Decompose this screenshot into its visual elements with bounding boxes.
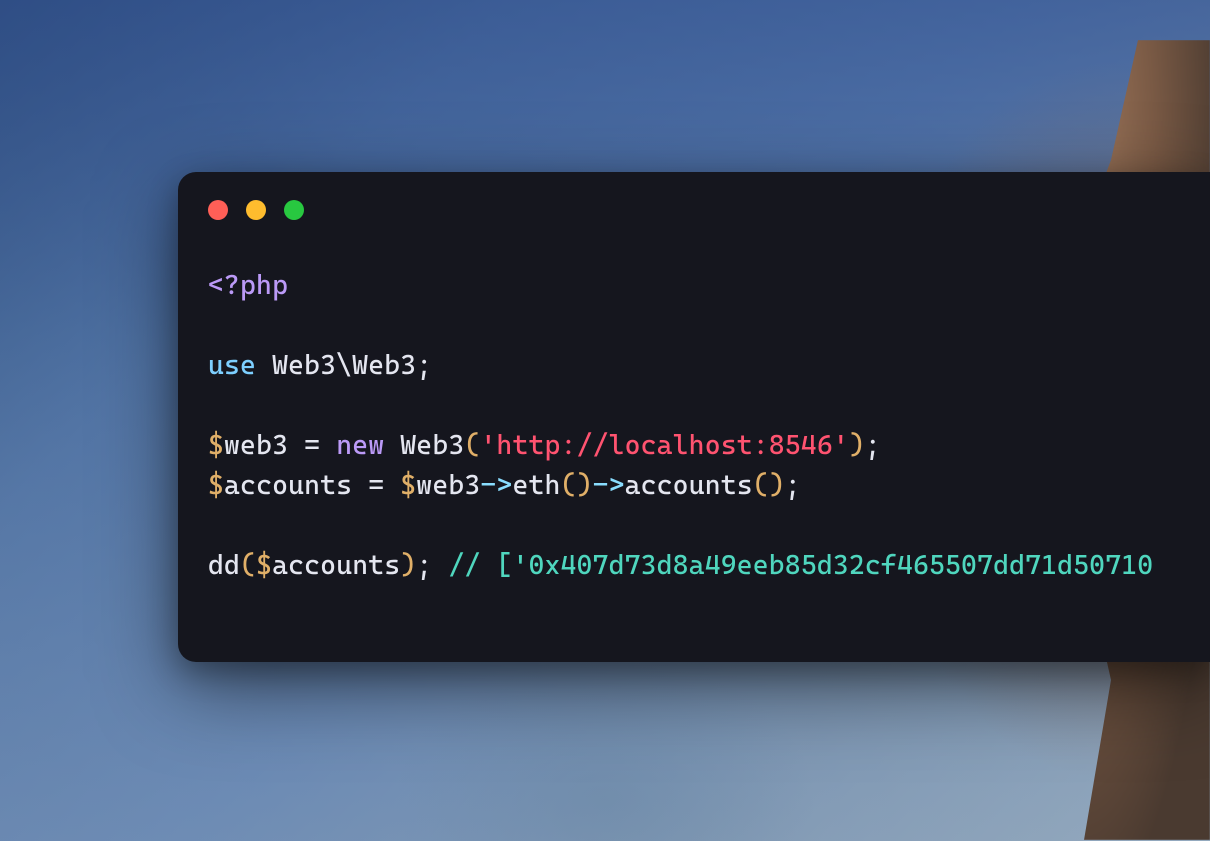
var-sigil: $ xyxy=(256,550,272,581)
assign-op: = xyxy=(352,470,400,501)
var-sigil: $ xyxy=(208,430,224,461)
var-web3-ref: web3 xyxy=(416,470,480,501)
paren-close: ) xyxy=(769,470,785,501)
var-sigil: $ xyxy=(208,470,224,501)
paren-open: ( xyxy=(753,470,769,501)
arrow-op: -> xyxy=(480,470,512,501)
string-literal-url: 'http://localhost:8546' xyxy=(480,430,848,461)
php-open-tag: <?php xyxy=(208,270,288,301)
new-keyword: new xyxy=(336,430,384,461)
minimize-button[interactable] xyxy=(246,200,266,220)
arrow-op: -> xyxy=(593,470,625,501)
window-controls xyxy=(208,200,1180,220)
code-editor-window: <?php use Web3\Web3; $web3 = new Web3('h… xyxy=(178,172,1210,662)
func-dd: dd xyxy=(208,550,240,581)
semicolon: ; xyxy=(416,550,432,581)
var-sigil: $ xyxy=(400,470,416,501)
paren-close: ) xyxy=(577,470,593,501)
code-content[interactable]: <?php use Web3\Web3; $web3 = new Web3('h… xyxy=(208,266,1180,586)
namespace-path: Web3\Web3; xyxy=(256,350,432,381)
method-eth: eth xyxy=(512,470,560,501)
semicolon: ; xyxy=(865,430,881,461)
use-keyword: use xyxy=(208,350,256,381)
var-accounts-ref: accounts xyxy=(272,550,400,581)
class-name: Web3 xyxy=(400,430,464,461)
var-accounts: accounts xyxy=(224,470,352,501)
var-web3: web3 xyxy=(224,430,288,461)
assign-op: = xyxy=(288,430,336,461)
zoom-button[interactable] xyxy=(284,200,304,220)
paren-close: ) xyxy=(849,430,865,461)
paren-open: ( xyxy=(561,470,577,501)
method-accounts: accounts xyxy=(625,470,753,501)
paren-close: ) xyxy=(400,550,416,581)
comment-output: // ['0x407d73d8a49eeb85d32cf465507dd71d5… xyxy=(448,550,1153,581)
paren-open: ( xyxy=(464,430,480,461)
semicolon: ; xyxy=(785,470,801,501)
paren-open: ( xyxy=(240,550,256,581)
close-button[interactable] xyxy=(208,200,228,220)
